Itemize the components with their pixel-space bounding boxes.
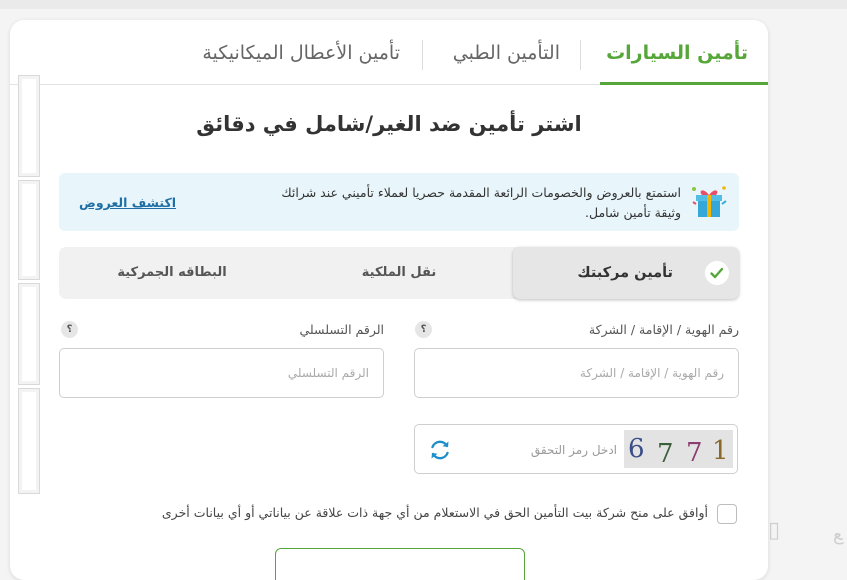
decorative-shape: ﻊ xyxy=(833,524,843,545)
segment-label: تأمين مركبتك xyxy=(577,265,673,281)
gift-icon xyxy=(692,186,727,217)
tab-car-insurance[interactable]: تأمين السيارات xyxy=(606,39,748,67)
captcha-field: 6 7 7 1 xyxy=(414,424,738,474)
agreement-checkbox[interactable] xyxy=(717,504,737,524)
tab-mechanical-insurance[interactable]: تأمين الأعطال الميكانيكية xyxy=(202,39,400,67)
captcha-input[interactable] xyxy=(455,433,619,467)
serial-number-input[interactable] xyxy=(59,348,384,398)
segment-customs-card[interactable]: البطاقه الجمركية xyxy=(59,247,285,299)
side-handle xyxy=(18,283,40,385)
offers-banner: استمتع بالعروض والخصومات الرائعة المقدمة… xyxy=(59,173,739,231)
captcha-digit: 7 xyxy=(657,439,674,469)
submit-button[interactable] xyxy=(275,548,525,580)
segment-insure-vehicle[interactable]: تأمين مركبتك xyxy=(513,247,739,299)
serial-field-label: الرقم التسلسلي xyxy=(299,322,385,337)
captcha-digit: 1 xyxy=(712,436,729,466)
insurance-card: تأمين السيارات التأمين الطبي تأمين الأعط… xyxy=(10,20,768,580)
check-icon xyxy=(705,261,729,285)
id-field-label: رقم الهوية / الإقامة / الشركة xyxy=(588,322,739,337)
segment-ownership-transfer[interactable]: نقل الملكية xyxy=(286,247,512,299)
refresh-icon[interactable] xyxy=(427,437,453,463)
side-handle xyxy=(18,388,40,494)
side-handle xyxy=(18,75,40,177)
insurance-tabs: تأمين السيارات التأمين الطبي تأمين الأعط… xyxy=(10,20,768,85)
tab-medical-insurance[interactable]: التأمين الطبي xyxy=(453,39,560,67)
id-help-icon[interactable]: ؟ xyxy=(415,321,432,338)
tab-divider xyxy=(422,40,423,70)
discover-offers-link[interactable]: اكتشف العروض xyxy=(79,195,176,210)
banner-text: استمتع بالعروض والخصومات الرائعة المقدمة… xyxy=(281,185,681,220)
side-handle xyxy=(18,180,40,280)
service-type-selector: تأمين مركبتك نقل الملكية البطاقه الجمركي… xyxy=(59,247,739,299)
tab-divider xyxy=(580,40,581,70)
captcha-image: 6 7 7 1 xyxy=(624,430,733,469)
active-tab-indicator xyxy=(600,82,768,85)
top-bar xyxy=(0,0,847,9)
serial-help-icon[interactable]: ؟ xyxy=(61,321,78,338)
decorative-shape: ▯ xyxy=(768,518,781,543)
page-title: اشتر تأمين ضد الغير/شامل في دقائق xyxy=(196,112,582,136)
id-number-input[interactable] xyxy=(414,348,739,398)
captcha-digit: 7 xyxy=(686,438,703,468)
captcha-digit: 6 xyxy=(628,434,645,464)
agreement-text: أوافق على منح شركة بيت التأمين الحق في ا… xyxy=(161,505,708,520)
